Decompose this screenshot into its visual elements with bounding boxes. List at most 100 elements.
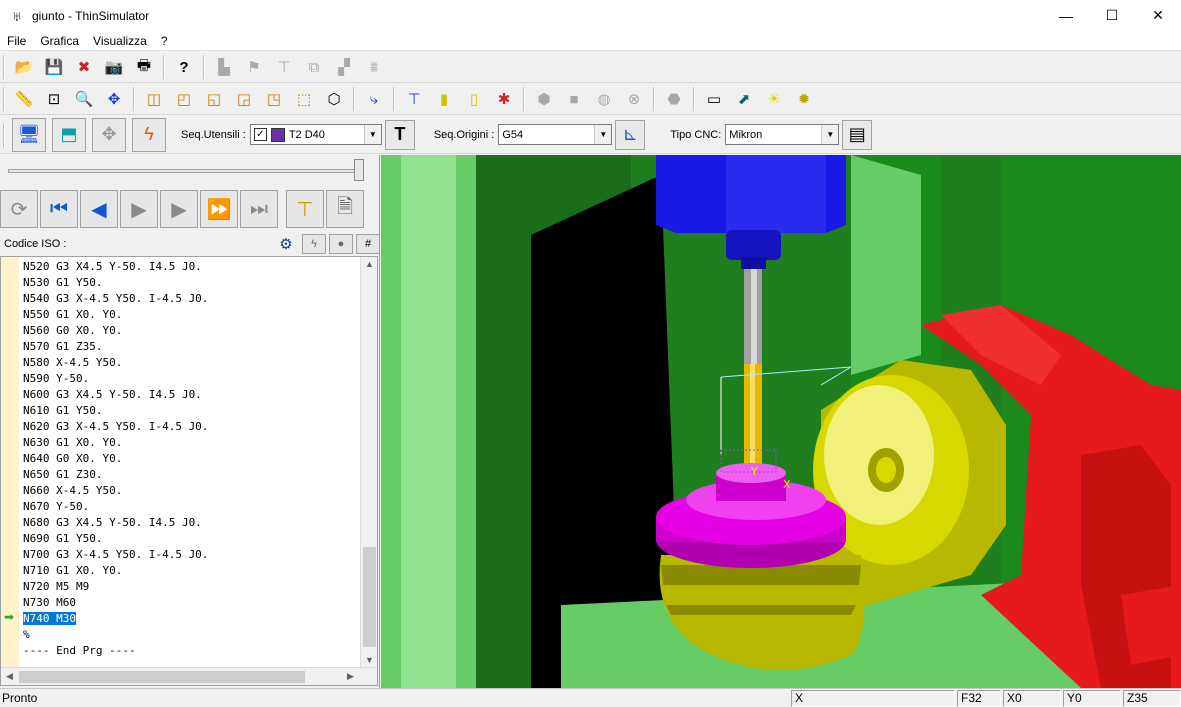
- tool-assembly-icon[interactable]: ⩩: [362, 55, 386, 79]
- zoom-window-icon[interactable]: ⊡: [42, 87, 66, 111]
- step-back-icon[interactable]: ◀: [80, 190, 118, 228]
- code-line[interactable]: N620 G3 X-4.5 Y50. I-4.5 J0.: [23, 419, 359, 435]
- open-folder-icon[interactable]: 📂: [12, 55, 36, 79]
- tool-icon[interactable]: ▮: [432, 87, 456, 111]
- simulate-icon[interactable]: ϟ: [132, 117, 166, 152]
- view-iso-icon[interactable]: ⬡: [322, 87, 346, 111]
- code-line[interactable]: N570 G1 Z35.: [23, 339, 359, 355]
- settings-icon[interactable]: ⚙: [276, 234, 296, 254]
- code-line[interactable]: N710 G1 X0. Y0.: [23, 563, 359, 579]
- menu-grafica[interactable]: Grafica: [33, 31, 86, 51]
- view-front-icon[interactable]: ◫: [142, 87, 166, 111]
- code-line[interactable]: N670 Y-50.: [23, 499, 359, 515]
- workpiece-icon[interactable]: ⧉: [302, 55, 326, 79]
- flag-icon[interactable]: ⚑: [242, 55, 266, 79]
- code-line[interactable]: N680 G3 X4.5 Y-50. I4.5 J0.: [23, 515, 359, 531]
- view-left-icon[interactable]: ◱: [202, 87, 226, 111]
- code-line[interactable]: N640 G0 X0. Y0.: [23, 451, 359, 467]
- maximize-button[interactable]: ☐: [1089, 0, 1135, 31]
- menu-help[interactable]: ?: [154, 31, 175, 51]
- code-line[interactable]: ---- End Prg ----: [23, 643, 359, 659]
- simulation-viewport[interactable]: Y X: [381, 155, 1181, 688]
- horizontal-scrollbar[interactable]: ◀ ▶: [1, 667, 377, 685]
- view-top-icon[interactable]: ◳: [262, 87, 286, 111]
- go-start-icon[interactable]: ⏮: [40, 190, 78, 228]
- simulation-slider-thumb[interactable]: [354, 159, 364, 181]
- ruler-icon[interactable]: 📏: [12, 87, 36, 111]
- line-number-icon[interactable]: #: [356, 234, 380, 254]
- record-icon[interactable]: ●: [329, 234, 353, 254]
- fixture-setup-icon[interactable]: ⬒: [52, 117, 86, 152]
- minimize-button[interactable]: —: [1043, 0, 1089, 31]
- document-icon[interactable]: 🗎: [326, 190, 364, 228]
- close-button[interactable]: ✕: [1135, 0, 1181, 31]
- display-icon[interactable]: ▭: [702, 87, 726, 111]
- code-line[interactable]: N700 G3 X-4.5 Y50. I-4.5 J0.: [23, 547, 359, 563]
- vertical-scrollbar[interactable]: ▲ ▼: [360, 257, 377, 667]
- code-line[interactable]: N590 Y-50.: [23, 371, 359, 387]
- origin-table-icon[interactable]: ⊾: [615, 119, 646, 150]
- machine-setup-icon[interactable]: 🖥: [12, 117, 46, 152]
- wireframe-icon[interactable]: ◍: [592, 87, 616, 111]
- code-line[interactable]: %: [23, 627, 359, 643]
- help-icon[interactable]: ?: [172, 55, 196, 79]
- code-line[interactable]: N730 M60: [23, 595, 359, 611]
- print-icon[interactable]: 🖶: [132, 55, 156, 79]
- origin-select[interactable]: G54 ▼: [498, 124, 613, 145]
- code-line[interactable]: N630 G1 X0. Y0.: [23, 435, 359, 451]
- tool-view-icon[interactable]: ⊤: [286, 190, 324, 228]
- scroll-up-icon[interactable]: ▲: [365, 259, 374, 269]
- machine-icon[interactable]: ▙: [212, 55, 236, 79]
- chevron-down-icon[interactable]: ▼: [594, 125, 612, 144]
- shade-icon[interactable]: ⬣: [662, 87, 686, 111]
- tool-checkbox[interactable]: ✓: [253, 128, 267, 141]
- code-editor[interactable]: ➡ N520 G3 X4.5 Y-50. I4.5 J0. N530 G1 Y50…: [0, 256, 378, 686]
- code-line[interactable]: N610 G1 Y50.: [23, 403, 359, 419]
- tool-outline-icon[interactable]: ▯: [462, 87, 486, 111]
- light-dim-icon[interactable]: ✹: [792, 87, 816, 111]
- view-bottom-icon[interactable]: ⬚: [292, 87, 316, 111]
- go-end-icon[interactable]: ⏭: [240, 190, 278, 228]
- fast-forward-icon[interactable]: ⏩: [200, 190, 238, 228]
- horizontal-scrollbar-thumb[interactable]: [19, 671, 305, 683]
- scroll-right-icon[interactable]: ▶: [347, 671, 354, 682]
- code-line[interactable]: N550 G1 X0. Y0.: [23, 307, 359, 323]
- code-line[interactable]: N690 G1 Y50.: [23, 531, 359, 547]
- scroll-left-icon[interactable]: ◀: [6, 671, 13, 682]
- reset-icon[interactable]: ⟳: [0, 190, 38, 228]
- chevron-down-icon[interactable]: ▼: [821, 125, 839, 144]
- code-line[interactable]: N540 G3 X-4.5 Y50. I-4.5 J0.: [23, 291, 359, 307]
- axes-icon[interactable]: ⤷: [362, 87, 386, 111]
- code-line[interactable]: N520 G3 X4.5 Y-50. I4.5 J0.: [23, 259, 359, 275]
- tool-table-icon[interactable]: T: [384, 119, 415, 150]
- view-back-icon[interactable]: ◰: [172, 87, 196, 111]
- spindle-icon[interactable]: ⊤: [402, 87, 426, 111]
- flash-icon[interactable]: ϟ: [302, 234, 326, 254]
- tool-select[interactable]: ✓ T2 D40 ▼: [249, 124, 382, 145]
- code-line[interactable]: N560 G0 X0. Y0.: [23, 323, 359, 339]
- chevron-down-icon[interactable]: ▼: [363, 125, 381, 144]
- code-line[interactable]: N650 G1 Z30.: [23, 467, 359, 483]
- move-icon[interactable]: ✥: [92, 117, 126, 152]
- save-icon[interactable]: 💾: [42, 55, 66, 79]
- code-line[interactable]: N720 M5 M9: [23, 579, 359, 595]
- cnc-select[interactable]: Mikron ▼: [725, 124, 840, 145]
- simulation-slider-track[interactable]: [8, 169, 364, 173]
- light-icon[interactable]: ☀: [762, 87, 786, 111]
- camera-icon[interactable]: 📷: [102, 55, 126, 79]
- code-line[interactable]: N580 X-4.5 Y50.: [23, 355, 359, 371]
- transparent-icon[interactable]: ⊗: [622, 87, 646, 111]
- export-icon[interactable]: ⬈: [732, 87, 756, 111]
- play-icon[interactable]: ▶: [120, 190, 158, 228]
- menu-file[interactable]: File: [0, 31, 33, 51]
- cnc-config-icon[interactable]: ▤: [842, 119, 873, 150]
- code-line[interactable]: N660 X-4.5 Y50.: [23, 483, 359, 499]
- delete-icon[interactable]: ✖: [72, 55, 96, 79]
- scroll-down-icon[interactable]: ▼: [365, 655, 374, 665]
- pan-icon[interactable]: ✥: [102, 87, 126, 111]
- tool-holder-icon[interactable]: ⊤: [272, 55, 296, 79]
- code-line[interactable]: N740 M30: [23, 611, 359, 627]
- solid-icon[interactable]: ⬢: [532, 87, 556, 111]
- vertical-scrollbar-thumb[interactable]: [363, 547, 376, 647]
- fixture-icon[interactable]: ▞: [332, 55, 356, 79]
